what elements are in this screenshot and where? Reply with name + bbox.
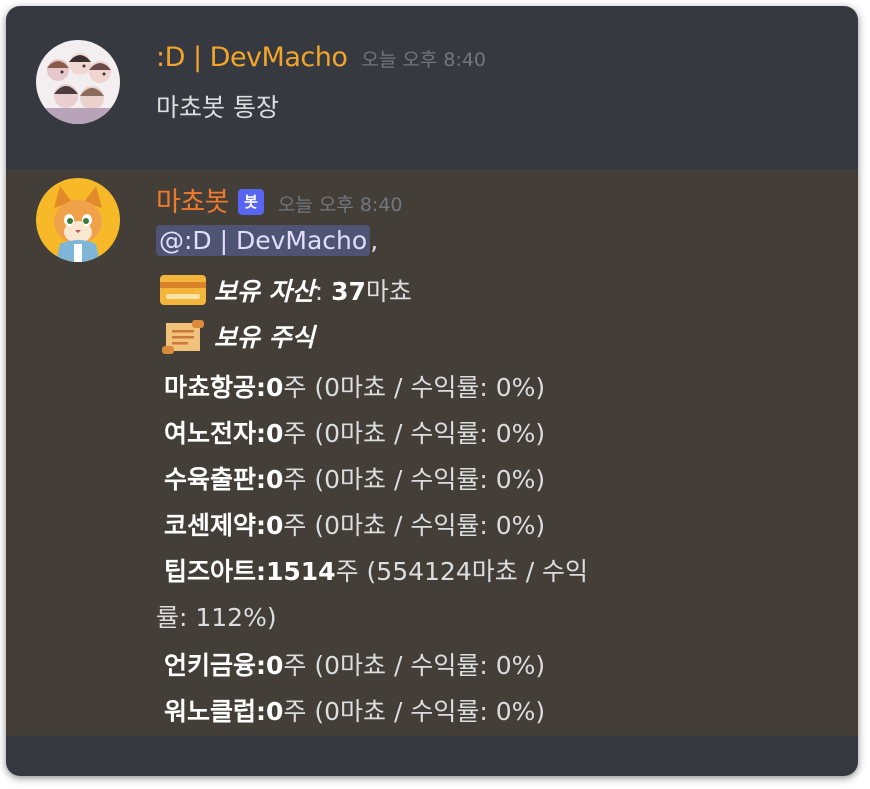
assets-amount: 37 (331, 277, 366, 306)
timestamp: 오늘 오후 8:40 (361, 49, 487, 71)
assets-label: 보유 자산 (214, 277, 315, 306)
mention-line: @:D | DevMacho, (156, 225, 379, 256)
timestamp: 오늘 오후 8:40 (277, 194, 403, 216)
stock-item-wrap: 률: 112%) (156, 603, 277, 632)
bot-avatar[interactable] (36, 178, 120, 262)
stock-item: 팁즈아트:1514주 (554124마쵸 / 수익 (164, 557, 589, 586)
assets-line: 보유 자산: 37마쵸 (160, 272, 412, 308)
stock-item: 워노클럽:0주 (0마쵸 / 수익률: 0%) (164, 697, 546, 726)
stocks-header-label: 보유 주식 (214, 323, 315, 352)
bot-badge: 봇 (238, 189, 264, 215)
stock-item: 코센제약:0주 (0마쵸 / 수익률: 0%) (164, 511, 546, 540)
mention-suffix: , (370, 226, 379, 255)
assets-unit: 마쵸 (365, 277, 412, 306)
assets-colon: : (314, 277, 324, 306)
stock-item: 마쵸항공:0주 (0마쵸 / 수익률: 0%) (164, 373, 546, 402)
stock-item: 언키금융:0주 (0마쵸 / 수익률: 0%) (164, 651, 546, 680)
message-header: 마쵸봇 봇 오늘 오후 8:40 (156, 180, 403, 219)
bot-username[interactable]: 마쵸봇 (156, 180, 230, 219)
user-avatar[interactable] (36, 40, 120, 124)
message-machobot: 마쵸봇 봇 오늘 오후 8:40 @:D | DevMacho, 보유 자산: … (6, 170, 858, 736)
user-mention[interactable]: @:D | DevMacho (156, 225, 371, 256)
scroll-emoji-icon (160, 320, 206, 354)
stocks-header-line: 보유 주식 (160, 318, 315, 354)
stock-item: 수육출판:0주 (0마쵸 / 수익률: 0%) (164, 465, 546, 494)
message-content: 마쵸봇 통장 (156, 93, 279, 122)
chat-window: :D | DevMacho 오늘 오후 8:40 마쵸봇 통장 마쵸봇 봇 오늘… (6, 6, 858, 776)
credit-card-emoji-icon (160, 275, 206, 305)
stock-item: 여노전자:0주 (0마쵸 / 수익률: 0%) (164, 419, 546, 448)
message-header: :D | DevMacho 오늘 오후 8:40 (156, 42, 486, 73)
message-devmacho: :D | DevMacho 오늘 오후 8:40 마쵸봇 통장 (6, 6, 858, 170)
username[interactable]: :D | DevMacho (156, 42, 348, 73)
